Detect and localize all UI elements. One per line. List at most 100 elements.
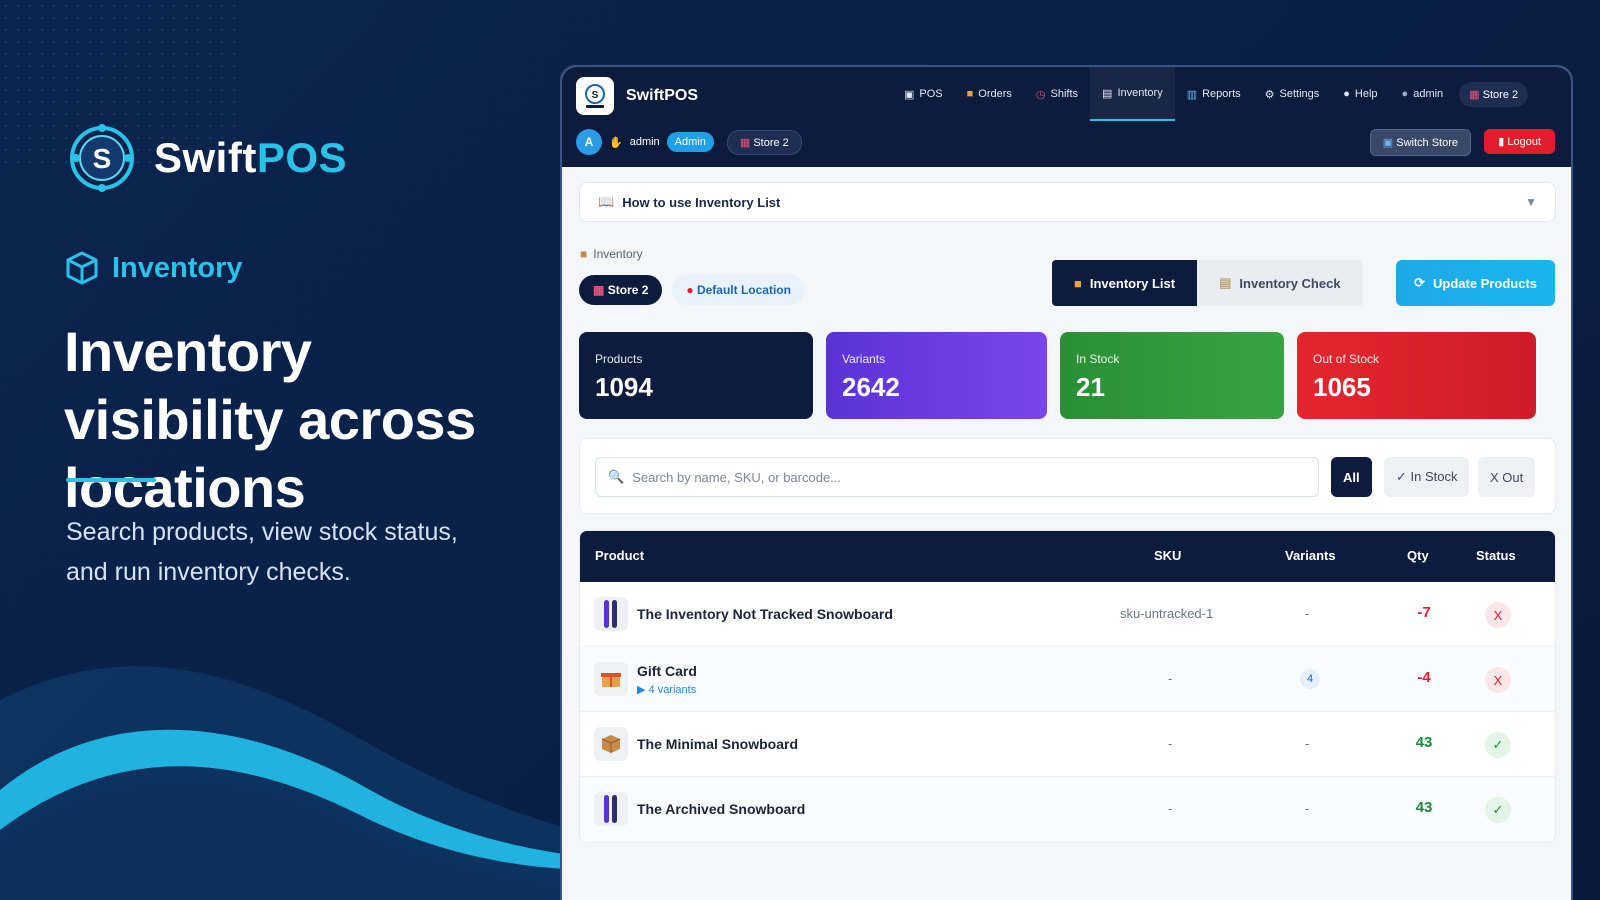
logout-button[interactable]: ▮ Logout bbox=[1484, 129, 1555, 154]
nav-shifts[interactable]: ◷ Shifts bbox=[1024, 67, 1090, 121]
inventory-table: Product SKU Variants Qty Status The Inve… bbox=[579, 530, 1556, 843]
gear-icon: ⚙ bbox=[1264, 88, 1275, 101]
sku-cell: sku-untracked-1 bbox=[1120, 606, 1214, 621]
package-icon bbox=[594, 727, 628, 761]
filter-out-button[interactable]: X Out bbox=[1478, 457, 1536, 497]
top-bar: S SwiftPOS ▣ POS ■ Orders ◷ Shifts ▤ Invento… bbox=[562, 67, 1571, 167]
table-row[interactable]: The Archived Snowboard - - 43 ✓ bbox=[580, 777, 1555, 842]
stats-row: Products 1094 Variants 2642 In Stock 21 … bbox=[579, 332, 1536, 419]
help-accordion[interactable]: 📖 How to use Inventory List ▼ bbox=[579, 182, 1556, 222]
chat-icon: ● bbox=[1343, 88, 1350, 100]
filter-all-button[interactable]: All bbox=[1331, 457, 1372, 497]
location-row: ▦ Store 2 ● Default Location bbox=[579, 275, 805, 305]
app-logo[interactable]: S bbox=[576, 77, 614, 115]
clipboard-icon: ▤ bbox=[1219, 275, 1232, 290]
store-chip[interactable]: ▦ Store 2 bbox=[579, 275, 663, 305]
location-chip[interactable]: ● Default Location bbox=[672, 275, 805, 305]
subtext: Search products, view stock status, and … bbox=[66, 518, 458, 586]
sku-cell: - bbox=[1168, 801, 1173, 816]
swiftpos-small-logo-icon: S bbox=[585, 84, 605, 108]
qty-cell: 43 bbox=[1415, 734, 1433, 751]
variants-cell: - bbox=[1305, 736, 1310, 751]
stat-out-of-stock: Out of Stock 1065 bbox=[1297, 332, 1536, 419]
current-store-pill[interactable]: ▦ Store 2 bbox=[726, 129, 802, 155]
gift-icon bbox=[594, 662, 628, 696]
box-icon: ■ bbox=[580, 247, 588, 261]
stat-variants: Variants 2642 bbox=[826, 332, 1047, 419]
tab-inventory-list[interactable]: ■ Inventory List bbox=[1052, 260, 1198, 306]
store-icon: ▦ bbox=[1469, 88, 1480, 101]
product-name[interactable]: The Archived Snowboard bbox=[637, 801, 805, 817]
header-variants[interactable]: Variants bbox=[1285, 548, 1336, 563]
brand: S SwiftPOS bbox=[66, 122, 347, 194]
decorative-wave bbox=[0, 666, 620, 900]
snowboard-icon bbox=[594, 597, 628, 631]
filter-in-stock-button[interactable]: ✓ In Stock bbox=[1384, 457, 1470, 497]
search-input[interactable]: 🔍 Search by name, SKU, or barcode... bbox=[595, 457, 1319, 497]
chart-icon: ▥ bbox=[1186, 88, 1198, 101]
header-status[interactable]: Status bbox=[1476, 548, 1516, 563]
sku-cell: - bbox=[1168, 671, 1173, 686]
svg-text:S: S bbox=[93, 143, 112, 174]
status-badge: X bbox=[1485, 602, 1511, 628]
stat-in-stock: In Stock 21 bbox=[1060, 332, 1284, 419]
product-name[interactable]: Gift Card bbox=[637, 663, 697, 679]
switch-icon: ▣ bbox=[1382, 137, 1394, 149]
nav-pos[interactable]: ▣ POS bbox=[892, 67, 955, 121]
section-tag-label: Inventory bbox=[112, 251, 243, 284]
nav-user[interactable]: ● admin bbox=[1390, 67, 1456, 121]
table-row[interactable]: The Inventory Not Tracked Snowboard sku-… bbox=[580, 582, 1555, 647]
app-window: S SwiftPOS ▣ POS ■ Orders ◷ Shifts ▤ Invento… bbox=[560, 65, 1573, 900]
nav-orders[interactable]: ■ Orders bbox=[955, 67, 1024, 121]
inventory-tabs: ■ Inventory List ▤ Inventory Check bbox=[1052, 260, 1363, 306]
table-row[interactable]: Gift Card ▶ 4 variants - 4 -4 X bbox=[580, 647, 1555, 712]
main-nav: ▣ POS ■ Orders ◷ Shifts ▤ Inventory ▥ Reports… bbox=[892, 67, 1529, 121]
breadcrumb: ■ Inventory bbox=[580, 247, 643, 261]
user-icon: ● bbox=[1401, 88, 1409, 100]
status-badge: X bbox=[1485, 667, 1511, 693]
product-name[interactable]: The Inventory Not Tracked Snowboard bbox=[637, 606, 893, 622]
status-badge: ✓ bbox=[1485, 732, 1511, 758]
status-badge: ✓ bbox=[1485, 797, 1511, 823]
product-name[interactable]: The Minimal Snowboard bbox=[637, 736, 798, 752]
headline: Inventory visibility across locations bbox=[64, 320, 476, 519]
nav-settings[interactable]: ⚙ Settings bbox=[1253, 67, 1332, 121]
stat-products: Products 1094 bbox=[579, 332, 813, 419]
nav-store[interactable]: ▦ Store 2 bbox=[1459, 81, 1529, 107]
variants-count-badge: 4 bbox=[1300, 669, 1320, 689]
avatar[interactable]: A bbox=[576, 129, 602, 155]
header-qty[interactable]: Qty bbox=[1407, 548, 1429, 563]
table-header: Product SKU Variants Qty Status bbox=[580, 531, 1555, 582]
register-icon: ▣ bbox=[904, 88, 915, 101]
tab-inventory-check[interactable]: ▤ Inventory Check bbox=[1197, 260, 1363, 306]
clipboard-icon: ▤ bbox=[1102, 87, 1113, 100]
qty-cell: 43 bbox=[1415, 799, 1433, 816]
wave-hand-icon: ✋ bbox=[609, 136, 623, 149]
refresh-icon: ⟳ bbox=[1414, 275, 1425, 290]
switch-store-button[interactable]: ▣ Switch Store bbox=[1369, 129, 1471, 156]
nav-help[interactable]: ● Help bbox=[1331, 67, 1389, 121]
svg-text:S: S bbox=[592, 90, 599, 101]
qty-cell: -7 bbox=[1417, 604, 1431, 621]
header-sku[interactable]: SKU bbox=[1154, 548, 1181, 563]
filter-card: 🔍 Search by name, SKU, or barcode... All… bbox=[579, 438, 1556, 514]
box-icon: ■ bbox=[966, 88, 974, 100]
help-title: How to use Inventory List bbox=[622, 194, 781, 210]
search-placeholder: Search by name, SKU, or barcode... bbox=[632, 469, 842, 485]
qty-cell: -4 bbox=[1417, 669, 1431, 686]
snowboard-icon bbox=[594, 792, 628, 826]
variants-toggle[interactable]: ▶ 4 variants bbox=[637, 683, 696, 696]
nav-inventory[interactable]: ▤ Inventory bbox=[1090, 67, 1175, 121]
chevron-down-icon: ▼ bbox=[1525, 195, 1537, 209]
update-products-button[interactable]: ⟳ Update Products bbox=[1396, 260, 1555, 306]
nav-reports[interactable]: ▥ Reports bbox=[1175, 67, 1253, 121]
door-icon: ▮ bbox=[1498, 136, 1505, 148]
header-product[interactable]: Product bbox=[595, 548, 644, 563]
brand-name: SwiftPOS bbox=[154, 134, 348, 181]
pin-icon: ● bbox=[686, 283, 694, 297]
clock-icon: ◷ bbox=[1035, 88, 1046, 101]
cube-icon bbox=[66, 251, 98, 285]
variants-cell: - bbox=[1305, 606, 1310, 621]
user-row: A ✋ admin Admin ▦ Store 2 bbox=[576, 129, 802, 155]
table-row[interactable]: The Minimal Snowboard - - 43 ✓ bbox=[580, 712, 1555, 777]
